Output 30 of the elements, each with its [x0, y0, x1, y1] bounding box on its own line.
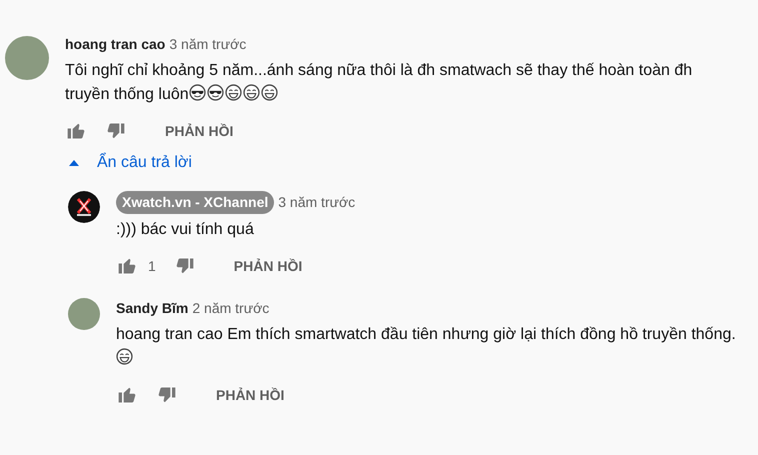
thumbs-down-icon[interactable] [156, 385, 178, 405]
like-count: 1 [148, 256, 156, 276]
timestamp[interactable]: 3 năm trước [278, 192, 356, 213]
caret-icon [69, 158, 79, 168]
timestamp[interactable]: 2 năm trước [192, 298, 270, 319]
thumbs-up-icon[interactable] [116, 385, 138, 405]
hide-replies-link[interactable]: Ẩn câu trả lời [69, 151, 192, 175]
laughing-emoji-icon [116, 348, 133, 365]
thumbs-up-icon[interactable] [116, 256, 138, 276]
author-name[interactable]: Sandy Bĩm [116, 298, 188, 319]
laughing-emoji-icon [260, 84, 278, 101]
sunglasses-emoji-icon [206, 84, 224, 101]
thumbs-down-icon[interactable] [105, 121, 127, 141]
laughing-emoji-icon [224, 84, 242, 101]
timestamp[interactable]: 3 năm trước [169, 34, 246, 55]
laughing-emoji-icon [242, 84, 260, 101]
author-name[interactable]: hoang tran cao [65, 34, 166, 55]
reply-button[interactable]: PHẢN HỒI [206, 256, 302, 276]
logo-avatar [68, 191, 100, 223]
sunglasses-emoji-icon [188, 84, 206, 101]
comment-text: Tôi nghĩ chỉ khoảng 5 năm...ánh sáng nữa thôi là đh smatwach sẽ thay thế hoàn toàn đh truyền thống luôn [65, 61, 693, 105]
thumbs-up-icon[interactable] [65, 121, 87, 141]
reply-button[interactable]: PHẢN HỒI [188, 384, 284, 406]
thumbs-down-icon[interactable] [174, 256, 196, 276]
comment-text: :))) bác vui tính quá [116, 220, 255, 240]
channel-owner-badge[interactable]: Xwatch.vn - XChannel [116, 191, 274, 214]
photo-placeholder [68, 298, 100, 330]
photo-placeholder [5, 36, 49, 80]
comment-text: hoang tran cao Em thích smartwatch đầu tiên nhưng giờ lại thích đồng hồ truyền thống. [116, 323, 744, 371]
reply-button[interactable]: PHẢN HỒI [137, 120, 234, 142]
